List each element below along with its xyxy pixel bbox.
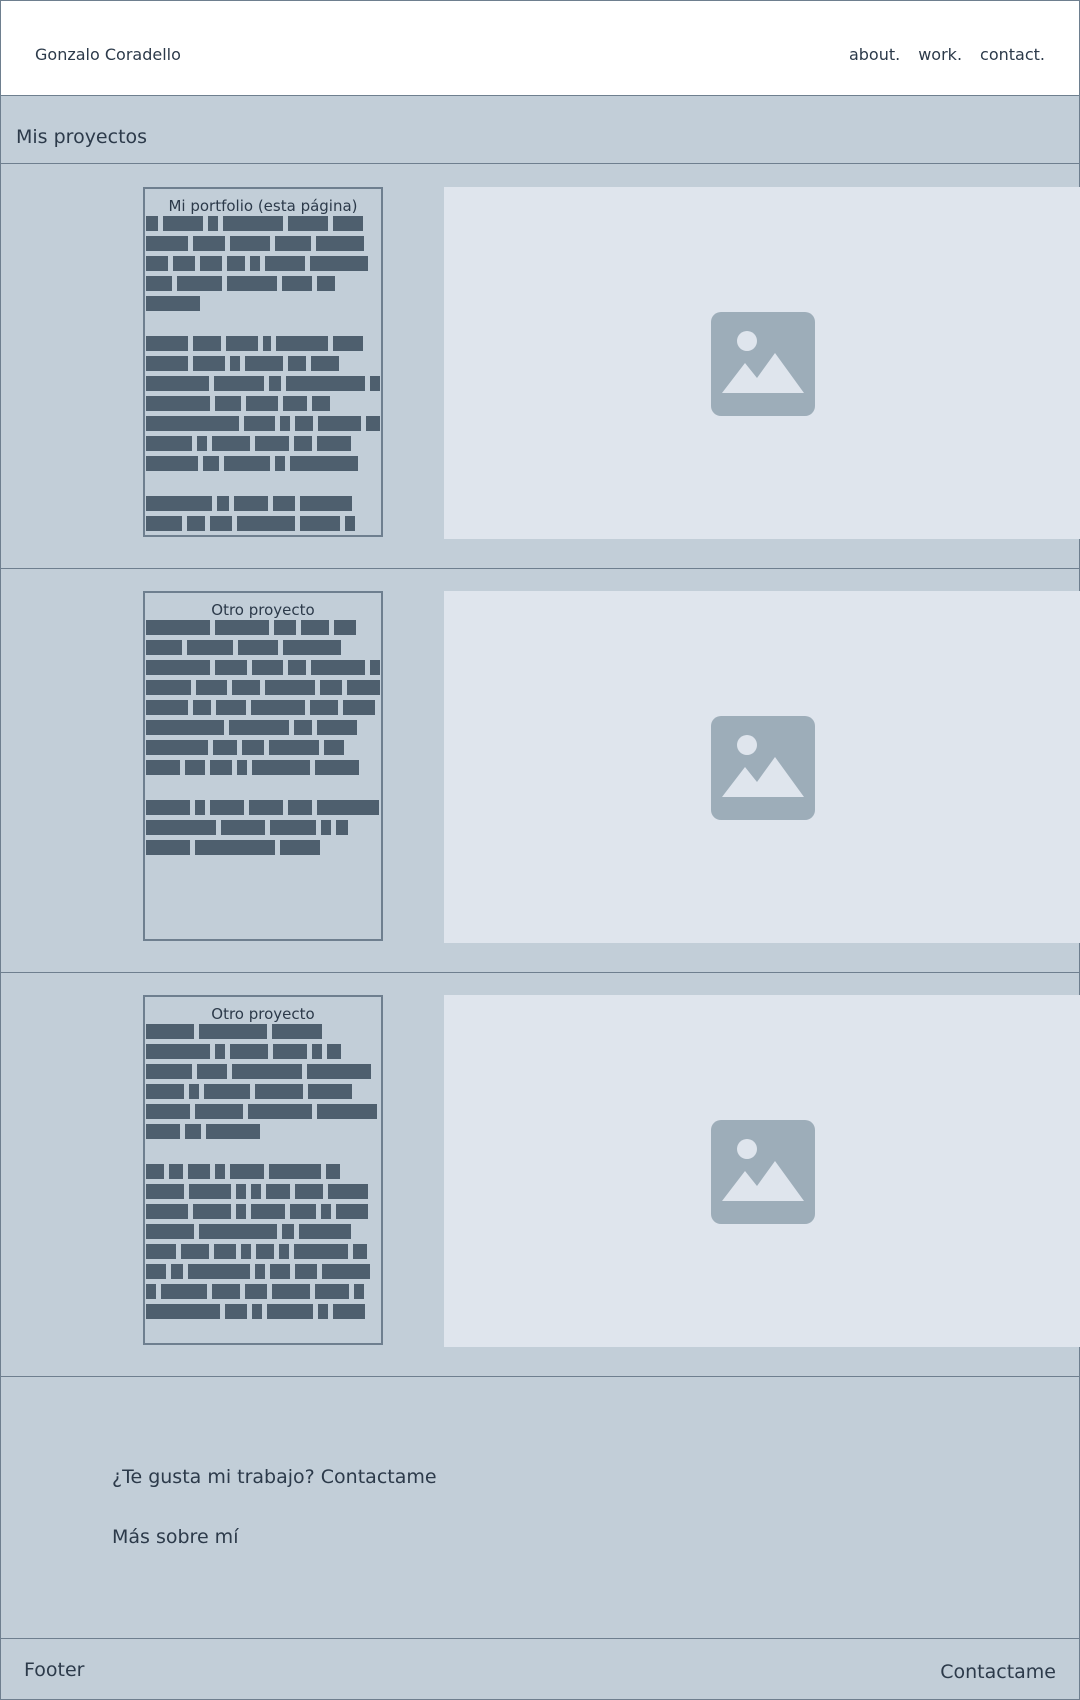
brand-name[interactable]: Gonzalo Coradello (35, 45, 181, 64)
project-description-placeholder (145, 620, 381, 855)
image-placeholder-icon (711, 312, 815, 416)
main-nav: about. work. contact. (849, 45, 1045, 64)
project-row: Otro proyecto (1, 568, 1080, 973)
project-card[interactable]: Otro proyecto (143, 995, 383, 1345)
projects-section-header: Mis proyectos (1, 96, 1079, 164)
nav-work-link[interactable]: work. (918, 45, 962, 64)
project-description-placeholder (145, 1024, 381, 1319)
contact-cta-link[interactable]: ¿Te gusta mi trabajo? Contactame (112, 1466, 437, 1488)
project-row: Mi portfolio (esta página) (1, 164, 1080, 569)
project-image-placeholder[interactable] (444, 187, 1080, 539)
project-image-placeholder[interactable] (444, 995, 1080, 1347)
project-image-placeholder[interactable] (444, 591, 1080, 943)
site-footer: Footer Contactame (1, 1639, 1079, 1699)
project-card[interactable]: Otro proyecto (143, 591, 383, 941)
footer-label: Footer (24, 1659, 85, 1681)
image-placeholder-icon (711, 716, 815, 820)
project-title: Otro proyecto (211, 601, 315, 619)
site-header: Gonzalo Coradello about. work. contact. (1, 1, 1079, 96)
project-title: Otro proyecto (211, 1005, 315, 1023)
nav-about-link[interactable]: about. (849, 45, 900, 64)
contact-section: ¿Te gusta mi trabajo? Contactame Más sob… (1, 1376, 1079, 1639)
project-title: Mi portfolio (esta página) (168, 197, 358, 215)
project-description-placeholder (145, 216, 381, 531)
about-more-link[interactable]: Más sobre mí (112, 1526, 238, 1548)
footer-contact-link[interactable]: Contactame (940, 1661, 1056, 1683)
section-title: Mis proyectos (16, 126, 148, 148)
nav-contact-link[interactable]: contact. (980, 45, 1045, 64)
project-row: Otro proyecto (1, 972, 1080, 1377)
project-card[interactable]: Mi portfolio (esta página) (143, 187, 383, 537)
image-placeholder-icon (711, 1120, 815, 1224)
